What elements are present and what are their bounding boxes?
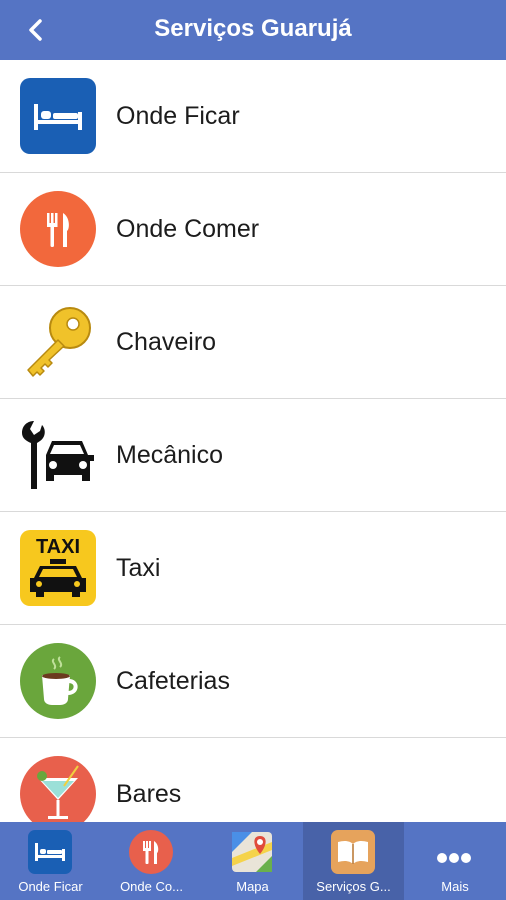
tab-servicos[interactable]: Serviços G... (303, 822, 404, 900)
wrench-car-icon (22, 421, 94, 489)
tab-mais[interactable]: Mais (404, 822, 506, 900)
taxi-icon-text: TAXI (36, 536, 80, 558)
app-header: Serviços Guarujá (0, 0, 506, 60)
tab-onde-comer[interactable]: Onde Co... (101, 822, 202, 900)
bottom-tab-bar: Onde Ficar Onde Co... Mapa Serviços G...… (0, 822, 506, 900)
bed-icon (20, 78, 96, 154)
list-item-label: Chaveiro (116, 328, 217, 356)
list-item-label: Bares (116, 780, 182, 808)
tab-label: Serviços G... (316, 879, 391, 894)
fork-knife-icon (129, 830, 173, 874)
list-item-label: Cafeterias (116, 667, 230, 695)
list-item-taxi[interactable]: TAXI Taxi (0, 512, 506, 625)
services-list: Onde Ficar Onde Comer Chaveiro Mecânico … (0, 60, 506, 822)
taxi-icon: TAXI (20, 530, 96, 606)
list-item-cafeterias[interactable]: Cafeterias (0, 625, 506, 738)
tab-label: Onde Co... (120, 879, 183, 894)
key-icon (27, 307, 91, 377)
fork-knife-icon (20, 191, 96, 267)
bed-icon (28, 830, 72, 874)
more-dots-icon (437, 853, 471, 863)
list-item-bares[interactable]: Bares (0, 738, 506, 822)
list-item-mecanico[interactable]: Mecânico (0, 399, 506, 512)
list-item-label: Onde Ficar (116, 102, 240, 130)
page-title: Serviços Guarujá (154, 15, 352, 42)
list-item-label: Onde Comer (116, 215, 260, 243)
tab-mapa[interactable]: Mapa (202, 822, 303, 900)
tab-label: Mais (441, 879, 469, 894)
list-item-label: Mecânico (116, 441, 223, 469)
map-icon (232, 832, 272, 872)
book-icon (331, 830, 375, 874)
tab-label: Onde Ficar (18, 879, 83, 894)
list-item-onde-comer[interactable]: Onde Comer (0, 173, 506, 286)
coffee-cup-icon (20, 643, 96, 719)
cocktail-icon (20, 756, 96, 822)
tab-onde-ficar[interactable]: Onde Ficar (0, 822, 101, 900)
list-item-chaveiro[interactable]: Chaveiro (0, 286, 506, 399)
list-item-label: Taxi (116, 554, 161, 582)
tab-label: Mapa (236, 879, 269, 894)
list-item-onde-ficar[interactable]: Onde Ficar (0, 60, 506, 173)
